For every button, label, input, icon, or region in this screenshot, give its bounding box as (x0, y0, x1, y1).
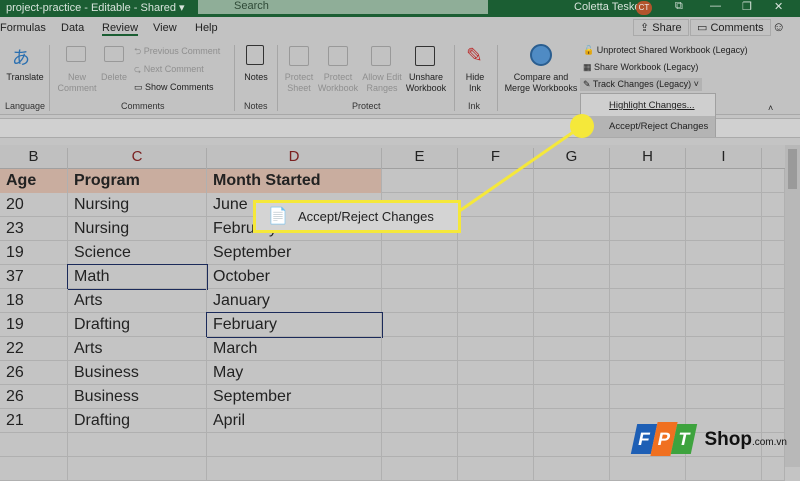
callout-pointer (457, 114, 594, 214)
callout-label: Accept/Reject Changes (298, 209, 434, 224)
watermark-shop: Shop (704, 429, 752, 450)
accept-reject-icon: 📄 (268, 208, 288, 225)
watermark-domain: .com.vn (751, 437, 787, 448)
callout-line (457, 124, 583, 214)
callout-dot (570, 114, 594, 138)
callout-accept-reject: 📄 Accept/Reject Changes (253, 200, 461, 233)
fpt-shop-watermark: FPT Shop.com.vn (630, 422, 787, 456)
